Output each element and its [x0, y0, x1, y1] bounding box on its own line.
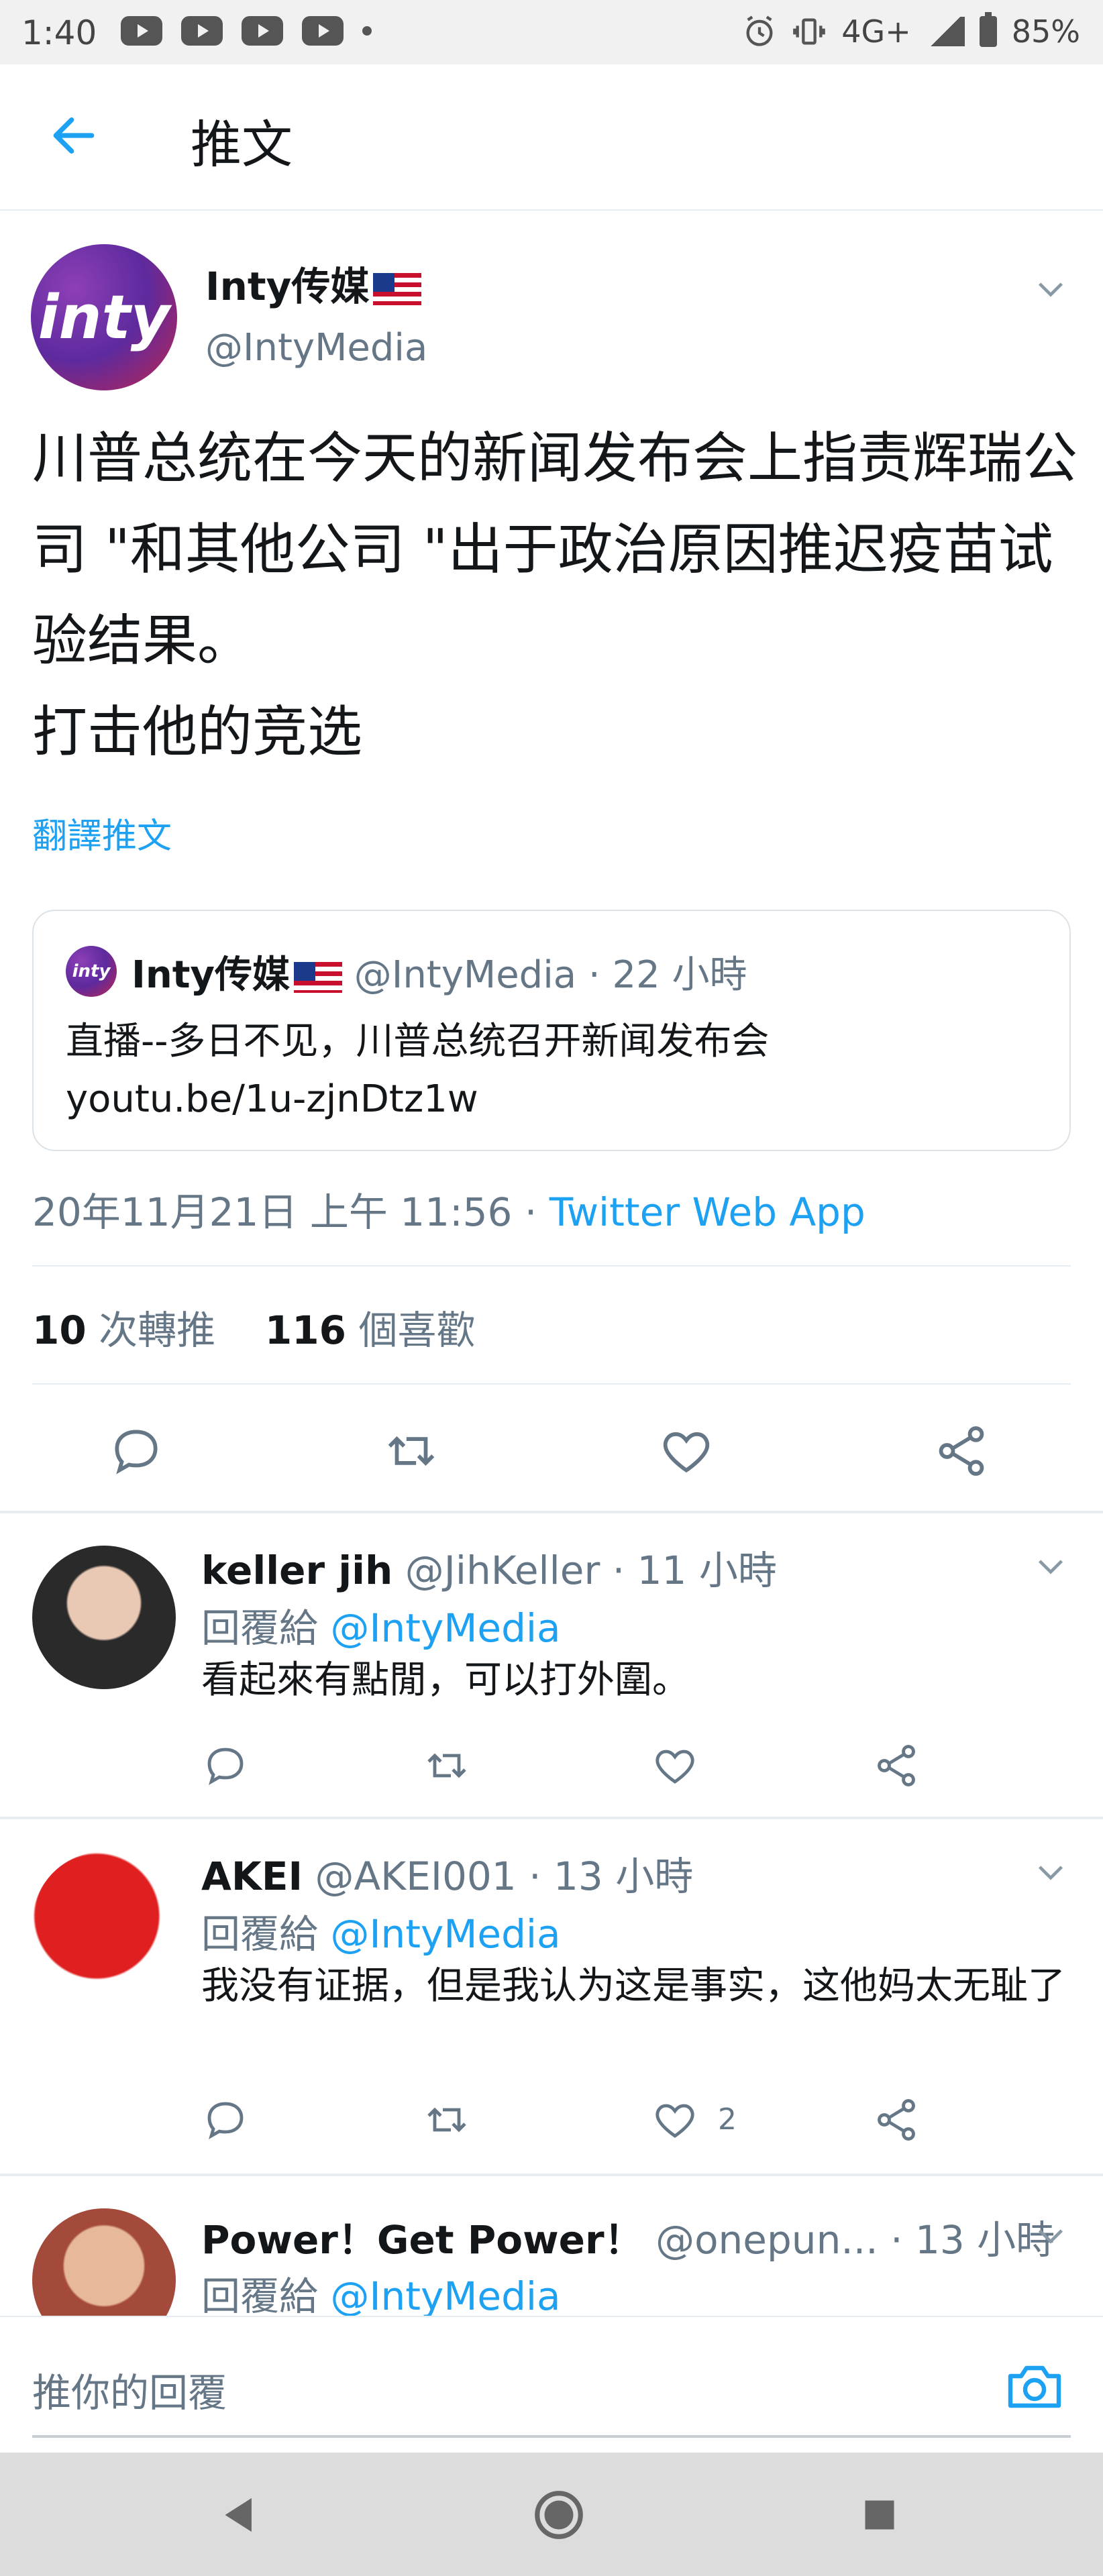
page-title: 推文: [191, 115, 293, 174]
avatar-logo-text: inty: [38, 282, 170, 353]
quoted-text: 直播--多日不见，川普总统召开新闻发布会 youtu.be/1u-zjnDtz1…: [66, 1020, 770, 1121]
status-right: 4G+ 85%: [742, 12, 1080, 50]
avatar[interactable]: [32, 2208, 176, 2316]
tweet-date: 20年11月21日 上午 11:56 ·: [32, 1189, 549, 1235]
share-icon[interactable]: [872, 2096, 921, 2144]
reply-item[interactable]: AKEI @AKEI001 · 13 小時 回覆給 @IntyMedia 我没有…: [0, 1819, 1103, 2174]
network-type: 4G+: [841, 13, 911, 50]
translate-tweet-link[interactable]: 翻譯推文: [32, 808, 172, 858]
like-count[interactable]: 116: [265, 1307, 346, 1353]
camera-icon[interactable]: [1002, 2355, 1067, 2419]
youtube-icon: [302, 16, 344, 46]
reply-to-mention[interactable]: @IntyMedia: [330, 1605, 560, 1651]
author-name-text: Inty传媒: [205, 264, 370, 309]
source-app-link[interactable]: Twitter Web App: [549, 1189, 865, 1235]
reply-header: keller jih @JihKeller · 11 小時: [201, 1539, 777, 1595]
back-triangle-icon[interactable]: [211, 2486, 268, 2544]
reply-author-name[interactable]: AKEI: [201, 1854, 303, 1899]
divider: [32, 1383, 1071, 1385]
reply-to-mention[interactable]: @IntyMedia: [330, 1911, 560, 1957]
reply-handle-time: @AKEI001 · 13 小時: [315, 1854, 694, 1899]
retweet-count[interactable]: 10: [32, 1307, 87, 1353]
share-icon[interactable]: [933, 1422, 990, 1480]
quoted-tweet[interactable]: inty Inty传媒 @IntyMedia · 22 小時 直播--多日不见，…: [32, 910, 1071, 1151]
notification-icons: [121, 16, 372, 46]
quoted-author-name: Inty传媒: [132, 953, 290, 997]
youtube-icon: [181, 16, 223, 46]
quoted-header: Inty传媒 @IntyMedia · 22 小時: [132, 945, 747, 999]
quoted-handle-time: @IntyMedia · 22 小時: [354, 953, 747, 997]
share-icon[interactable]: [872, 1741, 921, 1790]
us-flag-icon: [293, 961, 342, 993]
reply-to-line: 回覆給 @IntyMedia: [201, 2265, 561, 2316]
reply-icon[interactable]: [107, 1422, 165, 1480]
status-bar: 1:40 4G+ 85%: [0, 0, 1103, 64]
like-heart-icon[interactable]: [651, 1741, 699, 1790]
engagement-stats: 10 次轉推 116 個喜歡: [32, 1299, 475, 1355]
author-handle[interactable]: @IntyMedia: [205, 326, 427, 370]
reply-author-name[interactable]: Power！Get Power！: [201, 2217, 643, 2263]
reply-header: Power！Get Power！ @onepun... · 13 小時: [201, 2208, 1055, 2265]
tweet-timestamp: 20年11月21日 上午 11:56 · Twitter Web App: [32, 1181, 865, 1237]
reply-to-label: 回覆給: [201, 1911, 331, 1957]
reply-item[interactable]: keller jih @JihKeller · 11 小時 回覆給 @IntyM…: [0, 1513, 1103, 1817]
reply-to-mention[interactable]: @IntyMedia: [330, 2273, 560, 2316]
youtube-icon: [121, 16, 162, 46]
like-heart-icon[interactable]: [658, 1422, 715, 1480]
avatar[interactable]: [32, 1851, 176, 1995]
reply-header: AKEI @AKEI001 · 13 小時: [201, 1845, 693, 1901]
reply-author-name[interactable]: keller jih: [201, 1548, 392, 1593]
reply-actions: 2: [201, 2096, 939, 2149]
reply-handle-time: @JihKeller · 11 小時: [405, 1548, 777, 1593]
us-flag-icon: [373, 272, 422, 305]
chevron-down-icon[interactable]: [1032, 2216, 1069, 2254]
battery-icon: [979, 12, 997, 47]
home-circle-icon[interactable]: [530, 2486, 588, 2544]
reply-like-count: 2: [718, 2102, 737, 2137]
retweet-icon[interactable]: [423, 1741, 471, 1790]
quoted-avatar: inty: [66, 946, 117, 997]
reply-actions: [201, 1741, 939, 1795]
like-heart-icon[interactable]: [651, 2096, 699, 2144]
battery-percent: 85%: [1011, 13, 1080, 50]
reply-to-line: 回覆給 @IntyMedia: [201, 1597, 561, 1653]
reply-icon[interactable]: [201, 2096, 250, 2144]
retweet-label[interactable]: 次轉推: [99, 1307, 215, 1353]
reply-handle-time: @onepun... · 13 小時: [655, 2217, 1055, 2263]
system-navigation-bar: [0, 2453, 1103, 2576]
signal-icon: [925, 17, 965, 46]
reply-to-line: 回覆給 @IntyMedia: [201, 1902, 561, 1959]
app-header: 推文: [0, 64, 1103, 211]
recents-square-icon[interactable]: [851, 2486, 908, 2544]
retweet-icon[interactable]: [423, 2096, 471, 2144]
divider: [32, 1265, 1071, 1267]
reply-text: 看起來有點閒，可以打外圍。: [201, 1658, 690, 1702]
reply-text: 我没有证据，但是我认为这是事实，这他妈太无耻了: [201, 1964, 1065, 2008]
retweet-icon[interactable]: [382, 1422, 440, 1480]
avatar[interactable]: [32, 1546, 176, 1689]
like-label[interactable]: 個喜歡: [358, 1307, 475, 1353]
tweet-actions: [0, 1406, 1103, 1493]
reply-icon[interactable]: [201, 1741, 250, 1790]
vibrate-icon: [793, 18, 826, 45]
more-notifications-dot: [362, 26, 372, 36]
back-arrow-icon[interactable]: [47, 109, 101, 162]
reply-input[interactable]: 推你的回覆: [32, 2361, 227, 2418]
chevron-down-icon[interactable]: [1032, 1853, 1069, 1890]
status-time: 1:40: [21, 13, 97, 52]
chevron-down-icon[interactable]: [1032, 270, 1069, 307]
chevron-down-icon[interactable]: [1032, 1547, 1069, 1585]
author-name[interactable]: Inty传媒: [205, 255, 422, 311]
input-underline: [32, 2435, 1071, 2438]
reply-compose-bar[interactable]: 推你的回覆: [0, 2316, 1103, 2453]
alarm-icon: [746, 15, 773, 46]
tweet-text: 川普总统在今天的新闻发布会上指责辉瑞公司 "和其他公司 "出于政治原因推迟疫苗试…: [32, 427, 1078, 764]
reply-item[interactable]: Power！Get Power！ @onepun... · 13 小時 回覆給 …: [0, 2176, 1103, 2316]
reply-to-label: 回覆給: [201, 1605, 331, 1651]
reply-to-label: 回覆給: [201, 2273, 331, 2316]
youtube-icon: [242, 16, 283, 46]
avatar[interactable]: inty: [31, 244, 177, 390]
